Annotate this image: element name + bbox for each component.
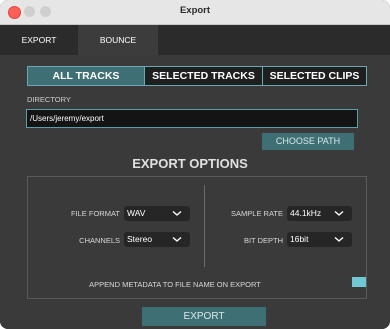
channels-value: Stereo	[127, 234, 153, 244]
file-format-label: FILE FORMAT	[70, 209, 120, 218]
file-format-select[interactable]: WAV	[124, 206, 190, 221]
append-metadata-label: APPEND METADATA TO FILE NAME ON EXPORT	[89, 280, 261, 289]
chevron-down-icon	[172, 210, 182, 216]
sample-rate-label: SAMPLE RATE	[231, 209, 283, 218]
tab-bounce[interactable]: BOUNCE	[78, 25, 158, 55]
file-format-value: WAV	[127, 208, 146, 218]
options-divider	[204, 185, 205, 267]
directory-input[interactable]: /Users/jeremy/export	[26, 109, 358, 128]
tab-export[interactable]: EXPORT	[0, 25, 78, 55]
append-metadata-checkbox[interactable]	[352, 277, 366, 287]
track-scope-selector: ALL TRACKS SELECTED TRACKS SELECTED CLIP…	[27, 66, 367, 86]
all-tracks-button[interactable]: ALL TRACKS	[28, 67, 144, 85]
directory-label: DIRECTORY	[27, 95, 71, 104]
export-button[interactable]: EXPORT	[142, 307, 266, 326]
tab-bar: EXPORT BOUNCE	[0, 25, 390, 55]
bit-depth-select[interactable]: 16bit	[287, 232, 352, 247]
window-title: Export	[179, 5, 211, 16]
chevron-down-icon	[172, 236, 182, 242]
chevron-down-icon	[334, 210, 344, 216]
sample-rate-value: 44.1kHz	[290, 208, 322, 218]
chevron-down-icon	[334, 236, 344, 242]
export-options-title: EXPORT OPTIONS	[132, 156, 248, 171]
bit-depth-value: 16bit	[290, 234, 309, 244]
bit-depth-label: BIT DEPTH	[243, 236, 283, 245]
selected-clips-button[interactable]: SELECTED CLIPS	[262, 67, 366, 85]
export-window: Export EXPORT BOUNCE ALL TRACKS SELECTED…	[0, 0, 390, 329]
channels-label: CHANNELS	[79, 236, 120, 245]
sample-rate-select[interactable]: 44.1kHz	[287, 206, 352, 221]
choose-path-button[interactable]: CHOOSE PATH	[262, 133, 354, 150]
title-bar: Export	[0, 0, 390, 25]
channels-select[interactable]: Stereo	[124, 232, 190, 247]
selected-tracks-button[interactable]: SELECTED TRACKS	[144, 67, 262, 85]
